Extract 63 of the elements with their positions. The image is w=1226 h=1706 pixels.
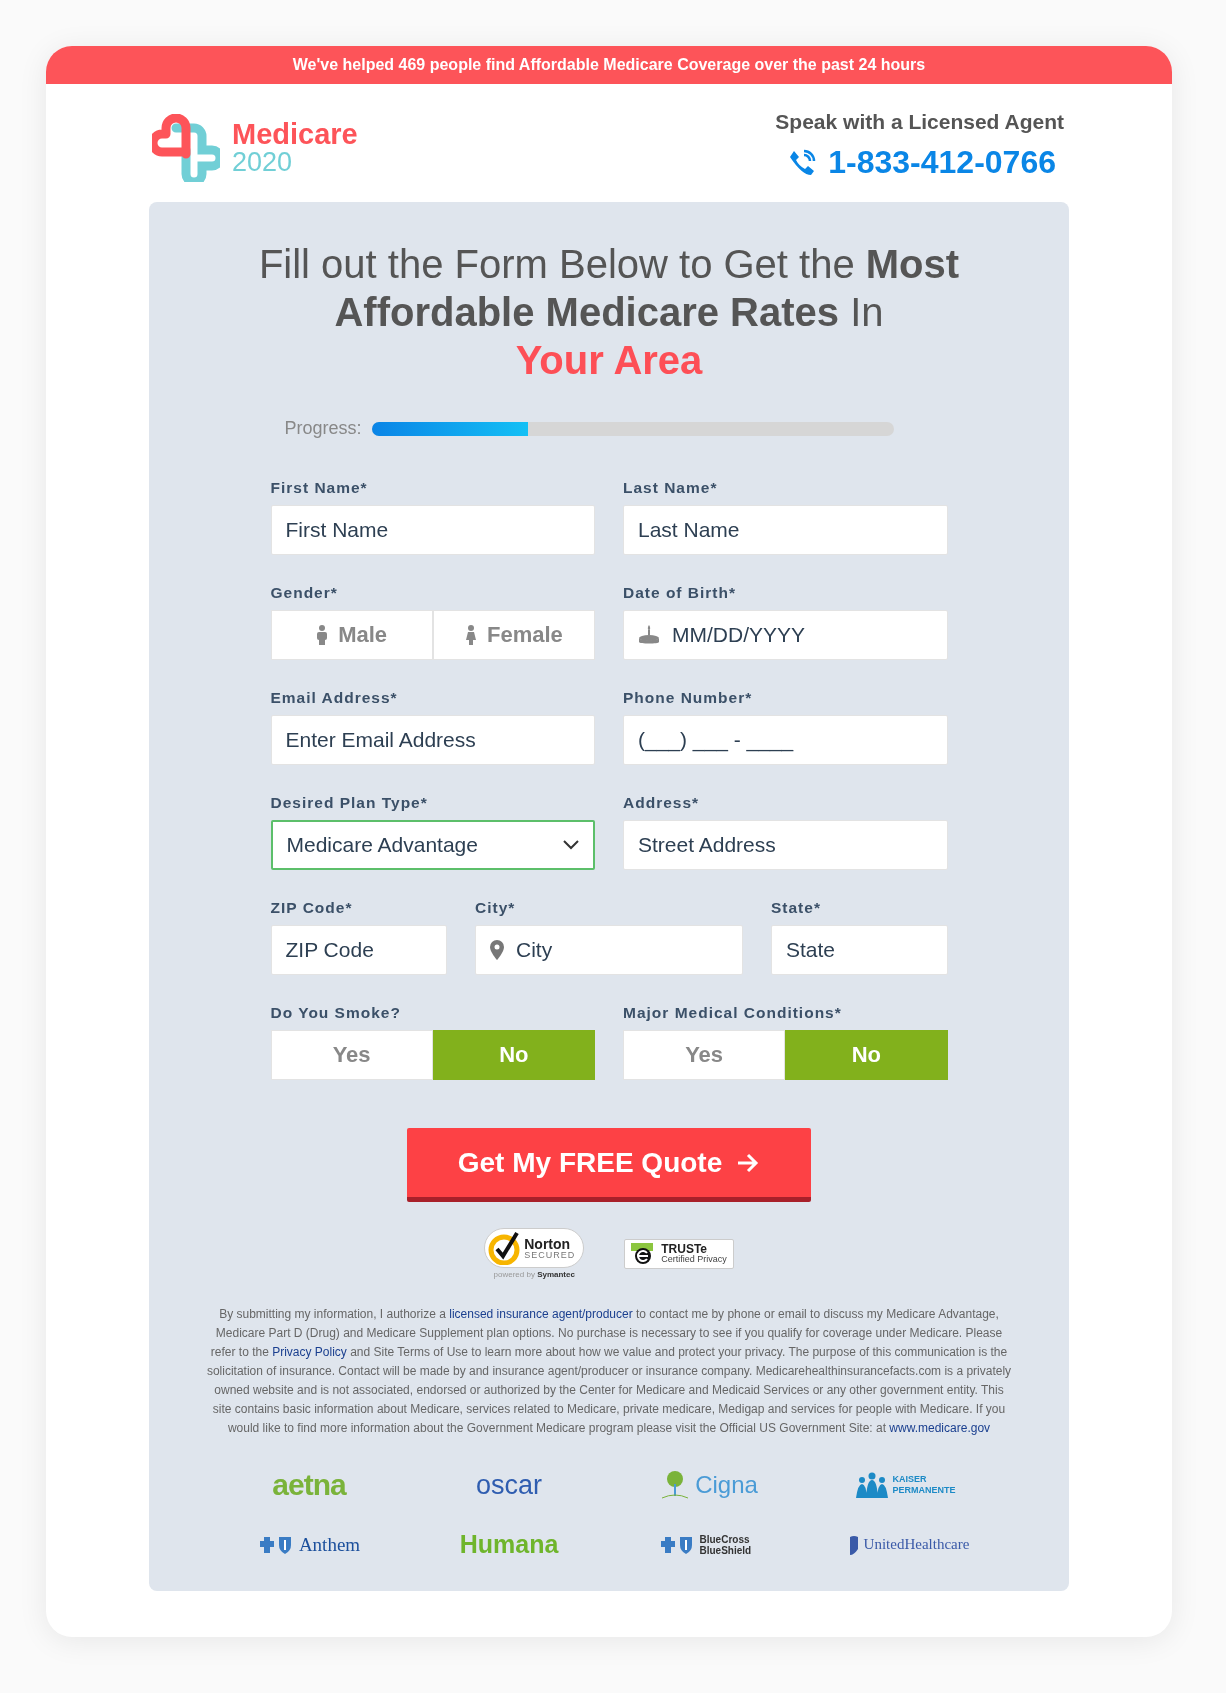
insurer-logo: Humana (459, 1530, 559, 1559)
field-label: Major Medical Conditions* (623, 1004, 843, 1022)
cross-shield-icon (257, 1534, 294, 1555)
disclaimer-text: By submitting my information, I authorize a licensed insurance agent/producer to contact me by phone or email to discuss my Medicare Advantage, Medicare Part D (Drug) and Medicare Supplement plan options. No purchase is necessary to see if you qualify for coverage under Medicare. Please refer to the Privacy Policy and Site Terms of Use to learn more about how we value and protect your privacy. The purpose of this communication is the solicitation of insurance. Contact will be made by and insurance agent/producer or insurance company. Medicarehealthinsurancefacts.com is a privately owned website and is not associated, endorsed or authorized by the Center for Medicare and Medicaid Services or any other government entity. This site contains basic information about Medicare, services related to Medicare, private medicare, Medigap and services for people with Medicare. If you would like to find more information about the Government Medicare program please visit the Official US Government Site: at www.medicare.gov (205, 1306, 1013, 1437)
option-button[interactable]: Yes (270, 1030, 433, 1080)
person-icon (316, 625, 329, 645)
field-label: First Name* (270, 479, 369, 497)
insurer-logo: aetna (272, 1468, 346, 1502)
seal-caption: powered by Symantec (493, 1270, 575, 1279)
disclaimer-link[interactable]: licensed insurance agent/producer (449, 1307, 633, 1321)
tree-icon (660, 1470, 691, 1500)
plan-select[interactable]: Medicare Advantage (270, 820, 595, 870)
option-button[interactable]: Yes (623, 1030, 786, 1080)
insurer-logo: UnitedHealthcare (863, 1536, 970, 1553)
form-heading: Fill out the Form Below to Get the Most Affordable Medicare Rates In Your Area (257, 241, 961, 384)
disclaimer-link[interactable]: Privacy Policy (272, 1345, 347, 1359)
field-label: Desired Plan Type* (270, 794, 429, 812)
option-button[interactable]: Female (432, 610, 595, 660)
field-label: Phone Number* (623, 689, 754, 707)
text-field[interactable]: (___) ___ - ____ (623, 715, 948, 765)
insurer-logo: KAISER PERMANENTE (892, 1474, 957, 1496)
agent-label: Speak with a Licensed Agent (775, 110, 1064, 134)
field-label: Email Address* (270, 689, 399, 707)
insurer-logo: oscar (476, 1469, 542, 1501)
field-label: Gender* (270, 584, 339, 602)
brand-name: Medicare (232, 120, 358, 149)
text-field[interactable]: Last Name (623, 505, 948, 555)
arrow-right-icon (736, 1152, 761, 1173)
insurer-logo: Anthem (298, 1533, 361, 1556)
seal-status: SECURED (524, 1250, 576, 1260)
field-label: State* (771, 899, 822, 917)
people-icon (855, 1472, 888, 1498)
phone-icon (788, 148, 817, 177)
field-label: ZIP Code* (270, 899, 354, 917)
text-field[interactable]: State (771, 925, 948, 975)
seal-name: TRUSTe (661, 1243, 707, 1255)
phone-link[interactable]: 1-833-412-0766 (788, 144, 1056, 181)
date-field[interactable]: MM/DD/YYYY (623, 610, 948, 660)
insurer-logo: BlueCross BlueShield (699, 1533, 753, 1556)
seal-name: Norton (524, 1236, 572, 1251)
pin-icon (490, 940, 504, 960)
option-button[interactable]: Male (270, 610, 433, 660)
brand-year: 2020 (232, 149, 294, 176)
person-icon (464, 625, 477, 645)
chevron-down-icon (563, 840, 579, 850)
text-field[interactable]: First Name (270, 505, 595, 555)
field-label: Last Name* (623, 479, 719, 497)
field-label: Address* (623, 794, 701, 812)
field-label: Date of Birth* (623, 584, 738, 602)
field-label: Do You Smoke? (270, 1004, 402, 1022)
promo-banner: We've helped 469 people find Affordable Medicare Coverage over the past 24 hours (46, 46, 1172, 84)
shield-icon (848, 1534, 859, 1555)
text-field[interactable]: ZIP Code (270, 925, 447, 975)
insurer-logo: Cigna (695, 1471, 758, 1499)
text-field[interactable]: Enter Email Address (270, 715, 595, 765)
cross-shield-icon (658, 1534, 695, 1555)
text-field[interactable]: Street Address (623, 820, 948, 870)
field-label: City* (475, 899, 517, 917)
progress-label: Progress: (284, 418, 362, 439)
heart-cross-logo-icon (152, 114, 220, 182)
city-field[interactable]: City (475, 925, 743, 975)
disclaimer-link[interactable]: www.medicare.gov (889, 1421, 991, 1435)
seal-subtitle: Certified Privacy (661, 1255, 727, 1264)
